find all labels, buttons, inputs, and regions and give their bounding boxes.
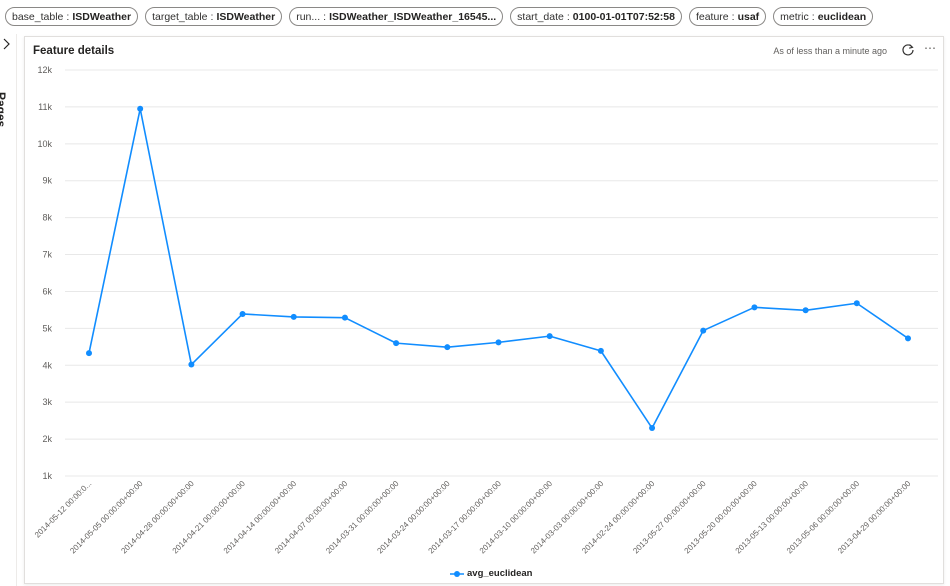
data-point [444, 344, 451, 351]
filter-key: start_date [517, 10, 564, 23]
y-tick-label: 12k [37, 65, 52, 75]
y-tick-label: 8k [42, 213, 52, 223]
y-tick-label: 7k [42, 250, 52, 260]
data-point [495, 339, 502, 346]
filter-value: ISDWeather [72, 10, 132, 23]
y-tick-label: 2k [42, 434, 52, 444]
filter-pill[interactable]: start_date:0100-01-01T07:52:58 [510, 7, 682, 26]
filter-separator: : [811, 10, 815, 23]
data-point [188, 361, 195, 368]
x-tick-label: 2014-05-12 00:00:0... [33, 479, 93, 539]
data-point [905, 335, 911, 342]
filter-value: 0100-01-01T07:52:58 [572, 10, 675, 23]
filter-key: metric [780, 10, 809, 23]
data-point [700, 327, 707, 334]
filter-value: euclidean [817, 10, 867, 23]
feature-details-card: 1k 2k 3k 4k 5k 6k 7k 8k 9k 10k 11k 12k 2014-05-12 00… [24, 36, 944, 584]
more-options-icon[interactable]: ⋯ [924, 41, 937, 55]
data-point [341, 314, 348, 321]
filter-pill[interactable]: target_table: ISDWeather [145, 7, 283, 26]
filter-pill[interactable]: metric: euclidean [773, 7, 874, 26]
filter-key: run... [296, 10, 321, 23]
data-point [802, 307, 809, 314]
filter-separator: : [566, 10, 570, 23]
filter-separator: : [66, 10, 70, 23]
data-point [86, 350, 92, 357]
filter-pill[interactable]: run...: ISDWeather_ISDWeather_16545... [289, 7, 504, 26]
series-line-avg-euclidean [88, 107, 909, 429]
pages-rail[interactable]: Pages [0, 34, 17, 586]
data-point [290, 313, 297, 320]
filter-key: base_table [12, 10, 64, 23]
legend-label: avg_euclidean [467, 568, 533, 579]
data-point [649, 425, 656, 432]
filter-value: usaf [737, 10, 760, 23]
data-point [597, 347, 604, 354]
filter-key: feature [695, 10, 729, 23]
chart-legend[interactable]: avg_euclidean [450, 568, 532, 579]
refresh-status: As of less than a minute ago [773, 46, 887, 56]
y-tick-label: 9k [42, 176, 52, 186]
data-point [751, 304, 758, 311]
filter-value: ISDWeather [216, 10, 276, 23]
line-chart: 1k 2k 3k 4k 5k 6k 7k 8k 9k 10k 11k 12k 2014-05-12 00… [33, 65, 938, 555]
data-point [393, 340, 400, 347]
filter-pill[interactable]: base_table: ISDWeather [5, 7, 139, 26]
legend-marker-icon [450, 570, 464, 577]
filter-separator: : [731, 10, 735, 23]
chevron-right-icon[interactable] [1, 38, 13, 50]
data-point [137, 105, 144, 112]
y-tick-label: 5k [42, 323, 52, 333]
data-point [546, 333, 553, 340]
filter-value: ISDWeather_ISDWeather_16545... [329, 10, 497, 23]
pages-label: Pages [0, 92, 8, 128]
filter-key: target_table [152, 10, 208, 23]
card-title: Feature details [33, 45, 115, 57]
y-tick-label: 4k [42, 360, 52, 370]
filter-pill[interactable]: feature: usaf [688, 7, 767, 26]
filter-bar: base_table: ISDWeather target_table: ISDWea… [0, 0, 950, 33]
y-tick-label: 10k [37, 139, 52, 149]
data-point [853, 300, 860, 307]
y-tick-label: 11k [38, 102, 52, 112]
filter-separator: : [210, 10, 214, 23]
y-tick-label: 1k [42, 471, 52, 481]
filter-separator: : [323, 10, 327, 23]
refresh-icon[interactable] [901, 43, 915, 57]
y-tick-label: 6k [42, 286, 52, 296]
y-tick-label: 3k [42, 397, 52, 407]
data-point [239, 310, 246, 317]
